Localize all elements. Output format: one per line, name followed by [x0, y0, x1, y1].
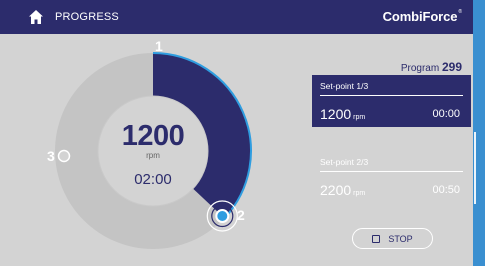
progress-screen: PROGRESS CombiForce® 1 2 3 1200 rpm 02:0… [0, 0, 476, 266]
stop-icon [372, 234, 381, 243]
stop-label: STOP [388, 233, 413, 244]
current-speed: 1200 [121, 120, 185, 152]
setpoint-speed: 2200 rpm [320, 182, 365, 198]
stop-button[interactable]: STOP [352, 228, 433, 249]
marker-2-label: 2 [237, 207, 245, 223]
setpoint-speed-unit: rpm [353, 190, 366, 197]
page-title: PROGRESS [55, 11, 119, 23]
setpoint-label: Set-point 2/3 [320, 157, 369, 167]
setpoint-speed-value: 2200 [320, 182, 352, 198]
setpoint-scrollbar[interactable] [474, 132, 476, 204]
program-indicator: Program 299 [401, 60, 462, 74]
program-label: Program [400, 63, 440, 74]
setpoint-card-2[interactable]: Set-point 2/3 2200 rpm 00:50 [312, 151, 471, 203]
header-bar: PROGRESS CombiForce® [0, 0, 473, 34]
current-position-marker [206, 200, 238, 232]
setpoint-speed-value: 1200 [320, 106, 352, 122]
elapsed-time: 02:00 [134, 171, 172, 188]
setpoint-time: 00:50 [432, 184, 460, 196]
registered-mark: ® [458, 9, 462, 15]
brand-name: CombiForce [382, 9, 458, 24]
setpoint-label: Set-point 1/3 [320, 81, 369, 91]
marker-3-label: 3 [47, 148, 55, 164]
setpoint-card-1[interactable]: Set-point 1/3 1200 rpm 00:00 [312, 75, 471, 127]
brand-logo: CombiForce® [382, 9, 463, 24]
setpoint-speed-unit: rpm [353, 114, 366, 121]
marker-3-dot [57, 149, 71, 163]
setpoint-divider [320, 171, 463, 172]
home-icon[interactable] [28, 9, 44, 25]
setpoint-time: 00:00 [432, 108, 460, 120]
speed-unit: rpm [146, 151, 160, 160]
setpoint-divider [320, 95, 463, 96]
marker-1-label: 1 [155, 38, 163, 54]
program-number: 299 [441, 60, 462, 74]
setpoint-speed: 1200 rpm [320, 106, 365, 122]
